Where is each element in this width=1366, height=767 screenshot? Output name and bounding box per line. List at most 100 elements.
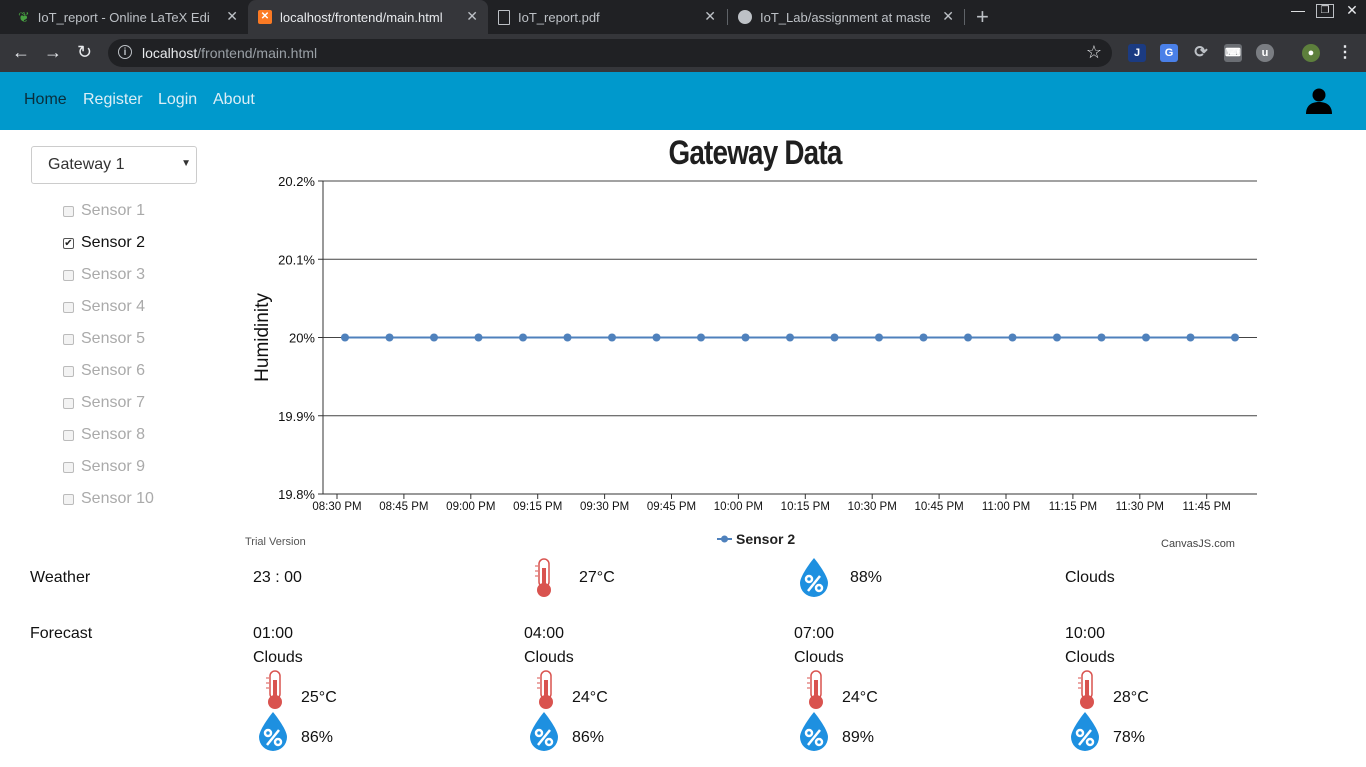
browser-tab-github[interactable]: IoT_Lab/assignment at master ✕ bbox=[728, 0, 964, 34]
reload-icon[interactable]: ↻ bbox=[77, 42, 92, 63]
sensor-option-2[interactable]: ✔ Sensor 2 bbox=[63, 233, 145, 253]
forecast-condition: Clouds bbox=[253, 649, 303, 666]
refresh-extension-icon[interactable]: ⟳ bbox=[1192, 44, 1210, 62]
sensor-checkbox[interactable] bbox=[63, 461, 74, 473]
legend-marker bbox=[721, 535, 728, 543]
overleaf-leaf-icon: ❦ bbox=[18, 8, 30, 25]
info-icon[interactable]: i bbox=[118, 45, 132, 59]
sensor-checkbox[interactable] bbox=[63, 269, 74, 281]
weather-humidity: 88% bbox=[850, 569, 883, 586]
sensor-label: Sensor 2 bbox=[81, 234, 146, 251]
browser-tab-pdf[interactable]: IoT_report.pdf ✕ bbox=[488, 0, 726, 34]
restore-icon[interactable]: ❐ bbox=[1316, 4, 1334, 18]
weather-label: Weather bbox=[30, 569, 91, 586]
nav-home-link[interactable]: Home bbox=[24, 91, 67, 109]
data-point bbox=[830, 333, 839, 342]
sensor-option-3[interactable]: Sensor 3 bbox=[63, 265, 145, 285]
minimize-icon[interactable]: — bbox=[1289, 3, 1307, 18]
x-tick-label: 10:15 PM bbox=[781, 501, 830, 513]
sensor-checkbox[interactable] bbox=[63, 301, 74, 313]
data-point bbox=[385, 333, 394, 342]
forecast-temp: 24°C bbox=[572, 689, 608, 706]
humidity-chart: 20.2% 20.1% 20% 19.9% 19.8% Humidinity 08:30 P… bbox=[252, 174, 1257, 547]
url-text[interactable]: localhost/frontend/main.html bbox=[142, 45, 317, 61]
sensor-option-7[interactable]: Sensor 7 bbox=[63, 393, 145, 413]
sensor-checkbox[interactable] bbox=[63, 365, 74, 377]
data-point bbox=[1097, 333, 1106, 342]
x-tick-label: 11:45 PM bbox=[1183, 501, 1231, 513]
user-account-icon[interactable] bbox=[1305, 86, 1333, 114]
new-tab-plus-icon[interactable]: + bbox=[976, 4, 989, 30]
sensor-option-4[interactable]: Sensor 4 bbox=[63, 297, 145, 317]
x-tick-label: 08:45 PM bbox=[379, 501, 428, 513]
forecast-humidity: 86% bbox=[301, 729, 334, 746]
translate-extension-icon[interactable]: G bbox=[1160, 44, 1178, 62]
close-icon[interactable]: ✕ bbox=[704, 8, 716, 25]
sensor-option-1[interactable]: Sensor 1 bbox=[63, 201, 145, 221]
close-icon[interactable]: ✕ bbox=[226, 8, 238, 25]
data-point bbox=[341, 333, 349, 342]
sensor-option-5[interactable]: Sensor 5 bbox=[63, 329, 145, 349]
data-point bbox=[1186, 333, 1195, 342]
thermometer-icon bbox=[1075, 670, 1099, 715]
sensor-label: Sensor 6 bbox=[81, 362, 146, 379]
nav-about-link[interactable]: About bbox=[213, 91, 255, 109]
data-point bbox=[608, 333, 616, 342]
browser-tab-main[interactable]: ✕ localhost/frontend/main.html ✕ bbox=[248, 0, 488, 34]
browser-menu-icon[interactable]: ⋮ bbox=[1336, 44, 1354, 62]
close-icon[interactable]: ✕ bbox=[466, 8, 478, 25]
data-point bbox=[474, 333, 483, 342]
sensor-option-10[interactable]: Sensor 10 bbox=[63, 489, 154, 509]
bookmark-star-icon[interactable]: ☆ bbox=[1086, 42, 1102, 63]
nav-login-link[interactable]: Login bbox=[158, 91, 197, 109]
sensor-checkbox[interactable] bbox=[63, 333, 74, 345]
weather-temp: 27°C bbox=[579, 569, 615, 586]
sensor-checkbox[interactable]: ✔ bbox=[63, 237, 74, 249]
sensor-checkbox[interactable] bbox=[63, 429, 74, 441]
forecast-humidity: 86% bbox=[572, 729, 605, 746]
humidity-drop-icon bbox=[798, 557, 830, 602]
canvasjs-credit-link[interactable]: CanvasJS.com bbox=[1161, 538, 1235, 550]
sensor-option-9[interactable]: Sensor 9 bbox=[63, 457, 145, 477]
gateway-select[interactable]: Gateway 1 ▼ bbox=[31, 146, 197, 184]
sensor-label: Sensor 3 bbox=[81, 266, 146, 283]
close-icon[interactable]: ✕ bbox=[942, 8, 954, 25]
data-point bbox=[741, 333, 750, 342]
keyboard-extension-icon[interactable]: ⌨ bbox=[1224, 44, 1242, 62]
y-tick-label: 20.2% bbox=[278, 174, 315, 189]
thermometer-icon bbox=[804, 670, 828, 715]
thermometer-icon bbox=[534, 670, 558, 715]
sensor-option-8[interactable]: Sensor 8 bbox=[63, 425, 145, 445]
x-tick-label: 11:15 PM bbox=[1049, 501, 1097, 513]
sensor-checkbox[interactable] bbox=[63, 205, 74, 217]
y-tick-label: 20.1% bbox=[278, 252, 315, 267]
thermometer-icon bbox=[263, 670, 287, 715]
window-close-icon[interactable]: ✕ bbox=[1343, 3, 1361, 18]
profile-avatar-icon[interactable]: ● bbox=[1302, 44, 1320, 62]
tab-title: localhost/frontend/main.html bbox=[280, 9, 443, 25]
sensor-checkbox[interactable] bbox=[63, 397, 74, 409]
x-tick-label: 10:45 PM bbox=[914, 501, 963, 513]
sensor-label: Sensor 10 bbox=[81, 490, 154, 507]
data-point bbox=[964, 333, 972, 342]
document-icon bbox=[498, 9, 510, 25]
forecast-temp: 25°C bbox=[301, 689, 337, 706]
data-point bbox=[1142, 333, 1150, 342]
humidity-drop-icon bbox=[798, 711, 830, 756]
forward-arrow-icon[interactable]: → bbox=[44, 42, 62, 63]
x-tick-label: 10:30 PM bbox=[848, 501, 897, 513]
data-point bbox=[1008, 333, 1017, 342]
x-tick-label: 11:00 PM bbox=[982, 501, 1030, 513]
nav-register-link[interactable]: Register bbox=[83, 91, 143, 109]
browser-tab-latex[interactable]: ❦ IoT_report - Online LaTeX Editor ✕ bbox=[8, 0, 248, 34]
sensor-checkbox[interactable] bbox=[63, 493, 74, 505]
extension-j-icon[interactable]: J bbox=[1128, 44, 1146, 62]
back-arrow-icon[interactable]: ← bbox=[12, 42, 30, 63]
xampp-icon: ✕ bbox=[258, 10, 272, 24]
sensor-option-6[interactable]: Sensor 6 bbox=[63, 361, 145, 381]
ublock-shield-icon[interactable]: u bbox=[1256, 44, 1274, 62]
forecast-time: 04:00 bbox=[524, 625, 565, 642]
address-bar[interactable]: i localhost/frontend/main.html ☆ bbox=[108, 39, 1112, 67]
x-tick-label: 09:30 PM bbox=[580, 501, 629, 513]
tab-title: IoT_report - Online LaTeX Editor bbox=[37, 9, 210, 25]
